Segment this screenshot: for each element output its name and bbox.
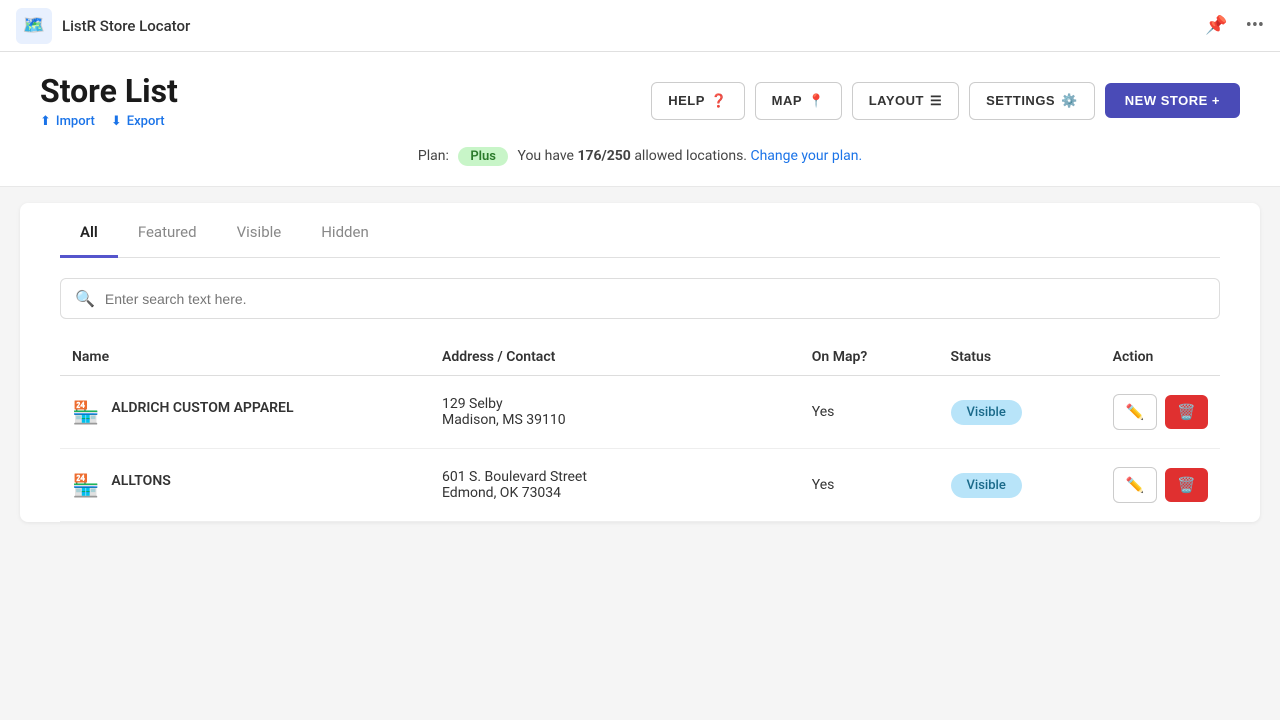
- store-icon: 🏪: [72, 474, 99, 499]
- cell-name: 🏪 ALDRICH CUSTOM APPAREL: [60, 376, 430, 449]
- cell-action: ✏️ 🗑️: [1101, 449, 1220, 522]
- more-options-icon[interactable]: •••: [1246, 15, 1264, 36]
- address-line1: 129 Selby: [442, 396, 788, 412]
- search-container: 🔍: [60, 258, 1220, 327]
- topbar: 🗺️ ListR Store Locator 📌 •••: [0, 0, 1280, 52]
- settings-label: SETTINGS: [986, 93, 1055, 108]
- map-button[interactable]: MAP 📍: [755, 82, 842, 120]
- edit-button[interactable]: ✏️: [1113, 394, 1158, 430]
- delete-button[interactable]: 🗑️: [1165, 395, 1208, 429]
- cell-status: Visible: [939, 449, 1101, 522]
- pin-icon[interactable]: 📌: [1205, 15, 1227, 36]
- upload-icon: ⬆: [40, 114, 51, 129]
- store-name-text: ALDRICH CUSTOM APPAREL: [111, 399, 293, 419]
- help-label: HELP: [668, 93, 705, 108]
- new-store-button[interactable]: NEW STORE +: [1105, 83, 1240, 118]
- settings-icon: ⚙️: [1061, 93, 1078, 109]
- cell-address: 601 S. Boulevard Street Edmond, OK 73034: [430, 449, 800, 522]
- app-title: ListR Store Locator: [62, 17, 190, 35]
- tab-all[interactable]: All: [60, 207, 118, 258]
- cell-status: Visible: [939, 376, 1101, 449]
- delete-button[interactable]: 🗑️: [1165, 468, 1208, 502]
- action-buttons: ✏️ 🗑️: [1113, 394, 1208, 430]
- table-header: Name Address / Contact On Map? Status Ac…: [60, 335, 1220, 376]
- col-header-status: Status: [939, 335, 1101, 376]
- map-label: MAP: [772, 93, 802, 108]
- import-link[interactable]: ⬆ Import: [40, 114, 95, 129]
- topbar-right: 📌 •••: [1205, 15, 1264, 36]
- cell-action: ✏️ 🗑️: [1101, 376, 1220, 449]
- delete-icon: 🗑️: [1177, 403, 1196, 421]
- status-badge: Visible: [951, 400, 1022, 425]
- layout-label: LAYOUT: [869, 93, 924, 108]
- edit-icon: ✏️: [1126, 476, 1145, 494]
- action-buttons: ✏️ 🗑️: [1113, 467, 1208, 503]
- address-line1: 601 S. Boulevard Street: [442, 469, 788, 485]
- edit-button[interactable]: ✏️: [1113, 467, 1158, 503]
- main-content: All Featured Visible Hidden 🔍 Name Addre…: [20, 203, 1260, 522]
- page-title: Store List: [40, 72, 178, 110]
- tab-featured[interactable]: Featured: [118, 207, 217, 258]
- export-link[interactable]: ⬇ Export: [111, 114, 165, 129]
- col-header-address: Address / Contact: [430, 335, 800, 376]
- plan-bar: Plan: Plus You have 176/250 allowed loca…: [40, 137, 1240, 170]
- status-badge: Visible: [951, 473, 1022, 498]
- map-icon: 📍: [808, 93, 825, 109]
- tabs: All Featured Visible Hidden: [60, 203, 1220, 258]
- header-top: Store List ⬆ Import ⬇ Export HELP ❓ MAP …: [40, 72, 1240, 129]
- import-export-links: ⬆ Import ⬇ Export: [40, 114, 178, 129]
- plan-message-suffix: allowed locations.: [634, 148, 747, 164]
- cell-address: 129 Selby Madison, MS 39110: [430, 376, 800, 449]
- topbar-left: 🗺️ ListR Store Locator: [16, 8, 190, 44]
- tab-visible[interactable]: Visible: [217, 207, 302, 258]
- change-plan-link[interactable]: Change your plan.: [750, 148, 862, 164]
- download-icon: ⬇: [111, 114, 122, 129]
- header-area: Store List ⬆ Import ⬇ Export HELP ❓ MAP …: [0, 52, 1280, 187]
- plan-usage: 176/250: [577, 148, 630, 164]
- plan-badge: Plus: [458, 147, 508, 166]
- table-row: 🏪 ALLTONS 601 S. Boulevard Street Edmond…: [60, 449, 1220, 522]
- plan-message-prefix: You have: [517, 148, 577, 164]
- col-header-map: On Map?: [800, 335, 939, 376]
- header-actions: HELP ❓ MAP 📍 LAYOUT ☰ SETTINGS ⚙️ NEW ST…: [651, 82, 1240, 120]
- address-line2: Edmond, OK 73034: [442, 485, 788, 501]
- delete-icon: 🗑️: [1177, 476, 1196, 494]
- cell-on-map: Yes: [800, 449, 939, 522]
- search-box: 🔍: [60, 278, 1220, 319]
- address-line2: Madison, MS 39110: [442, 412, 788, 428]
- title-import-export: Store List ⬆ Import ⬇ Export: [40, 72, 178, 129]
- table-body: 🏪 ALDRICH CUSTOM APPAREL 129 Selby Madis…: [60, 376, 1220, 522]
- cell-name: 🏪 ALLTONS: [60, 449, 430, 522]
- tab-hidden[interactable]: Hidden: [301, 207, 389, 258]
- col-header-action: Action: [1101, 335, 1220, 376]
- settings-button[interactable]: SETTINGS ⚙️: [969, 82, 1095, 120]
- app-logo: 🗺️: [16, 8, 52, 44]
- store-table: Name Address / Contact On Map? Status Ac…: [60, 335, 1220, 522]
- search-input[interactable]: [105, 291, 1205, 307]
- help-button[interactable]: HELP ❓: [651, 82, 744, 120]
- plan-label: Plan:: [418, 148, 449, 164]
- layout-icon: ☰: [930, 93, 942, 109]
- table-row: 🏪 ALDRICH CUSTOM APPAREL 129 Selby Madis…: [60, 376, 1220, 449]
- search-icon: 🔍: [75, 289, 95, 308]
- edit-icon: ✏️: [1126, 403, 1145, 421]
- store-icon: 🏪: [72, 401, 99, 426]
- store-name-text: ALLTONS: [111, 472, 170, 492]
- cell-on-map: Yes: [800, 376, 939, 449]
- col-header-name: Name: [60, 335, 430, 376]
- help-icon: ❓: [711, 93, 728, 109]
- layout-button[interactable]: LAYOUT ☰: [852, 82, 959, 120]
- app-logo-icon: 🗺️: [23, 15, 45, 36]
